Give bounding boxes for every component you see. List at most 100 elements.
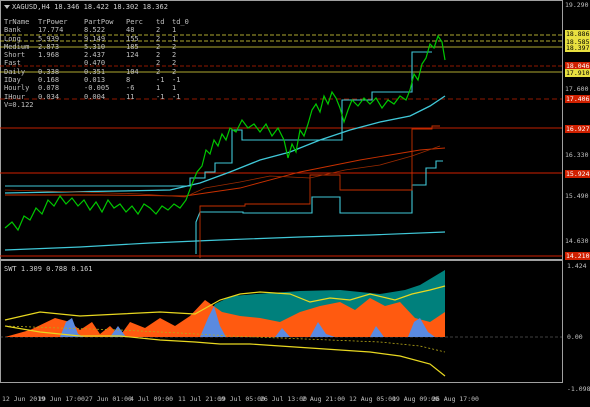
cell: Hourly: [4, 84, 30, 93]
time-tick: 26 Jul 13:00: [260, 395, 307, 403]
col-trpower: TrPower: [38, 18, 68, 26]
cell: Bank: [4, 26, 21, 35]
cell: 0.168: [38, 76, 60, 85]
cell: 0.013: [84, 76, 106, 85]
cell: 1: [172, 84, 177, 93]
price-tick: 15.924: [565, 170, 590, 178]
chart-title: XAGUSD,H4 18.346 18.422 18.302 18.362: [4, 3, 168, 11]
price-tick: 15.490: [565, 192, 589, 200]
price-tick: 14.630: [565, 237, 589, 245]
ma-red-rising: [5, 147, 446, 197]
cell: 48: [126, 26, 135, 35]
cell: 2: [172, 51, 177, 60]
cell: IDay: [4, 76, 21, 85]
cell: -0.005: [84, 84, 110, 93]
price-tick: 17.406: [565, 95, 590, 103]
cell: -1: [172, 76, 181, 85]
time-tick: 26 Aug 17:00: [432, 395, 479, 403]
cell: 2: [156, 42, 161, 51]
v-value: V=0.122: [4, 101, 188, 109]
time-tick: 12 Aug 05:00: [349, 395, 396, 403]
table-row: Bank 17.774 8.522 48 2 1: [4, 26, 188, 34]
indicator-tick: 0.00: [567, 333, 583, 341]
table-row: IDay 0.168 0.013 8 -1 -1: [4, 76, 188, 84]
cell: 9.149: [84, 34, 106, 43]
cell: IHour: [4, 92, 26, 101]
cell: 2: [172, 67, 177, 76]
col-partpow: PartPow: [84, 18, 114, 26]
time-tick: 19 Jun 17:00: [38, 395, 85, 403]
price-tick: 18.397: [565, 44, 590, 52]
cell: Long: [4, 34, 21, 43]
cell: 0.338: [38, 67, 60, 76]
cell: Fast: [4, 59, 21, 68]
ma-red-upper: [4, 145, 441, 198]
indicator-title: SWT 1.309 0.788 0.161: [4, 265, 93, 273]
cell: 155: [126, 34, 139, 43]
indicator-label: SWT 1.309 0.788 0.161: [4, 265, 93, 273]
price-tick: 16.330: [565, 151, 589, 159]
cell: 2.873: [38, 42, 60, 51]
cell: 2.437: [84, 51, 106, 60]
price-tick: 18.886: [565, 30, 590, 38]
price-tick: 17.910: [565, 69, 590, 77]
cell: 0.470: [84, 59, 106, 68]
cell: [38, 59, 84, 67]
table-row: IHour 0.034 0.004 11 -1 -1: [4, 93, 188, 101]
cell: 1.968: [38, 51, 60, 60]
cell: 2: [156, 59, 161, 68]
time-tick: 2 Aug 21:00: [302, 395, 346, 403]
price-tick: 16.927: [565, 125, 590, 133]
cell: 0.351: [84, 67, 106, 76]
table-row: Fast 0.470 2 2: [4, 59, 188, 67]
indicator-tick: -1.098: [567, 385, 590, 393]
cell: 2: [156, 26, 161, 35]
price-tick: 19.290: [565, 1, 589, 9]
cell: 0.004: [84, 92, 106, 101]
cell: 2: [156, 51, 161, 60]
cell: 185: [126, 42, 139, 51]
cell: 104: [126, 67, 139, 76]
cell: Short: [4, 51, 26, 60]
table-row: Long 5.939 9.149 155 2 1: [4, 35, 188, 43]
cell: 1: [172, 26, 177, 35]
moving-average-cyan: [4, 95, 446, 194]
cell: -1: [156, 92, 165, 101]
col-trname: TrName: [4, 18, 30, 26]
table-header: TrName TrPower PartPow Perc td td_0: [4, 18, 189, 26]
cell: 124: [126, 51, 139, 60]
cell: 0.034: [38, 92, 60, 101]
cell: 2: [156, 67, 161, 76]
price-tick: 14.210: [565, 252, 590, 260]
dropdown-triangle-icon[interactable]: [4, 5, 10, 9]
cell: -1: [156, 76, 165, 85]
v-label: V=0.122: [4, 100, 34, 109]
cell: 11: [126, 92, 135, 101]
table-row: Hourly 0.078 -0.005 -6 1 1: [4, 84, 188, 92]
price-tick: 17.600: [565, 85, 589, 93]
cell: 8: [126, 76, 131, 85]
time-tick: 19 Jul 05:00: [218, 395, 265, 403]
time-tick: 4 Jul 09:00: [130, 395, 174, 403]
cell: 8.522: [84, 26, 106, 35]
table-row: Daily 0.338 0.351 104 2 2: [4, 68, 188, 76]
cell: 5.310: [84, 42, 106, 51]
cell: 2: [172, 59, 177, 68]
cell: 1: [172, 34, 177, 43]
table-row: Short 1.968 2.437 124 2 2: [4, 51, 188, 59]
col-td: td: [156, 18, 165, 26]
moving-average-slow: [4, 231, 446, 251]
cell: -1: [172, 92, 181, 101]
time-tick: 27 Jun 01:00: [85, 395, 132, 403]
cell: 2: [156, 34, 161, 43]
cell: Daily: [4, 67, 26, 76]
cell: 0.078: [38, 84, 60, 93]
cell: -6: [126, 84, 135, 93]
col-perc: Perc: [126, 18, 143, 26]
cell: [126, 59, 156, 67]
cell: 2: [172, 42, 177, 51]
trend-power-table: TrName TrPower PartPow Perc td td_0 Bank…: [4, 18, 189, 109]
ma-red-step: [199, 125, 440, 258]
indicator-tick: 1.424: [567, 262, 587, 270]
cell: 1: [156, 84, 161, 93]
